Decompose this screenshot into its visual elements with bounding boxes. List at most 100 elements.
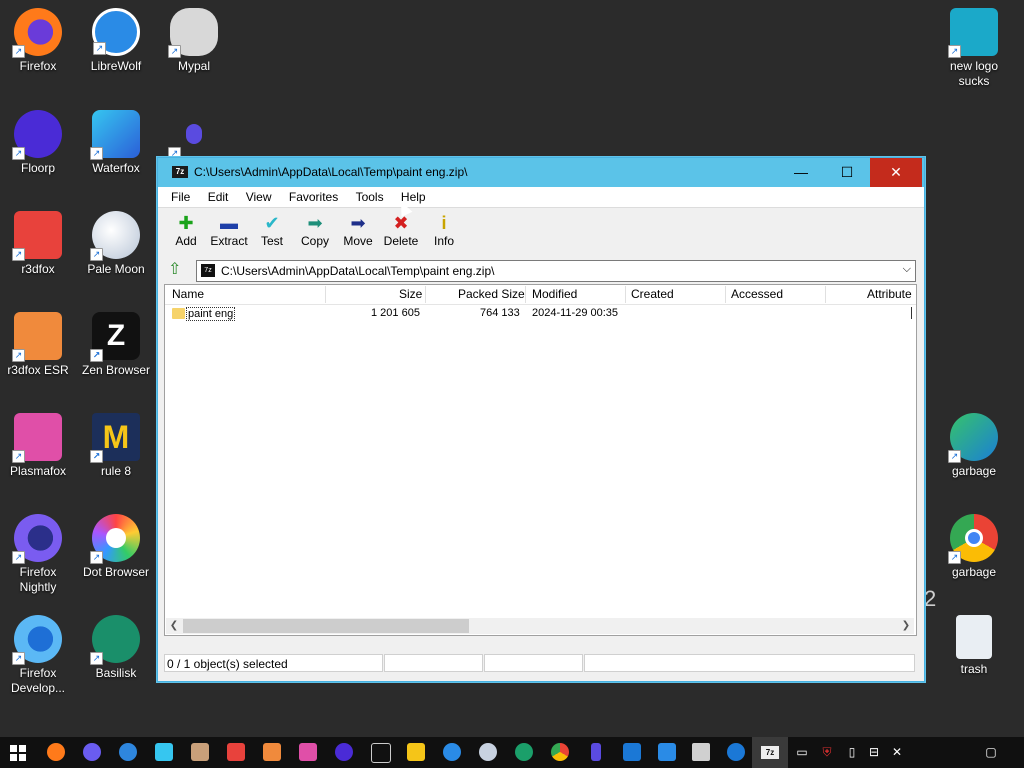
desktop-icon-zen[interactable]: Z ↗ Zen Browser [78, 312, 154, 378]
desktop-icon-firefox[interactable]: ↗ Firefox [0, 8, 76, 74]
desktop-icon-unnamed[interactable]: ↗ [156, 110, 232, 161]
status-cell-2 [384, 654, 483, 672]
firefox-nightly-icon: ↗ [12, 514, 62, 564]
col-created[interactable]: Created [631, 287, 674, 301]
row-name[interactable]: paint eng [186, 307, 236, 321]
taskbar-r3dfox-esr-icon[interactable] [263, 743, 281, 761]
horizontal-scrollbar[interactable]: ❮ ❯ [166, 618, 914, 634]
desktop-icon-basilisk[interactable]: ↗ Basilisk [78, 615, 154, 681]
desktop-icon-plasmafox[interactable]: ↗ Plasmafox [0, 413, 76, 479]
desktop-icon-rule8[interactable]: M ↗ rule 8 [78, 413, 154, 479]
tray-volume-muted-icon[interactable]: ✕ [890, 745, 904, 759]
title-bar[interactable]: 7z C:\Users\Admin\AppData\Local\Temp\pai… [158, 158, 924, 187]
desktop-icon-floorp[interactable]: ↗ Floorp [0, 110, 76, 176]
taskbar-browser-icon[interactable] [727, 743, 745, 761]
chevron-down-icon[interactable]: ⌵ [903, 263, 911, 276]
taskbar-7zip-active[interactable]: 7z [752, 737, 788, 768]
menu-view[interactable]: View [239, 187, 279, 207]
desktop-icon-mypal[interactable]: ↗ Mypal [156, 8, 232, 74]
desktop-icon-garbage-chrome[interactable]: ↗ garbage [936, 514, 1012, 580]
desktop-icon-ffnightly[interactable]: ↗ Firefox Nightly [0, 514, 76, 595]
menu-file[interactable]: File [164, 187, 197, 207]
taskbar-zen-icon[interactable] [371, 743, 391, 763]
taskbar-plasmafox-icon[interactable] [299, 743, 317, 761]
minimize-button[interactable]: — [778, 158, 824, 187]
taskbar: 7z ▭ ⛨ ▯ ⊟ ✕ ▢ [0, 737, 1024, 768]
taskbar-mypal-icon[interactable] [191, 743, 209, 761]
taskbar-firefox-nightly-icon[interactable] [83, 743, 101, 761]
notification-icon[interactable]: ▢ [984, 745, 998, 759]
scroll-thumb[interactable] [183, 619, 469, 633]
tray-usb-icon[interactable]: ▯ [845, 745, 859, 759]
delete-button[interactable]: ✖ Delete [379, 212, 423, 248]
basilisk-icon: ↗ [90, 615, 140, 665]
tray-shield-icon[interactable]: ⛨ [820, 745, 834, 759]
librewolf-icon: ↗ [92, 8, 140, 56]
taskbar-rule8-icon[interactable] [407, 743, 425, 761]
minus-icon: ▬ [220, 213, 238, 233]
add-button[interactable]: ✚ Add [164, 212, 208, 248]
plasmafox-icon: ↗ [12, 413, 62, 463]
desktop-icon-garbage-edge[interactable]: ↗ garbage [936, 413, 1012, 479]
toolbar: ✚ Add ▬ Extract ✔ Test ➡ Copy ➡ Move ✖ D… [158, 208, 924, 258]
scroll-left-icon[interactable]: ❮ [166, 618, 182, 634]
taskbar-chrome-icon[interactable] [551, 743, 569, 761]
address-bar: ⇧ 7z C:\Users\Admin\AppData\Local\Temp\p… [158, 258, 924, 282]
desktop-icon-librewolf[interactable]: ↗ LibreWolf [78, 8, 154, 74]
copy-button[interactable]: ➡ Copy [293, 212, 337, 248]
tray-network-icon[interactable]: ⊟ [867, 745, 881, 759]
col-accessed[interactable]: Accessed [731, 287, 783, 301]
taskbar-firefox-dev-icon[interactable] [119, 743, 137, 761]
move-button[interactable]: ➡ Move [336, 212, 380, 248]
col-name[interactable]: Name [172, 287, 204, 301]
taskbar-edge-icon[interactable] [515, 743, 533, 761]
address-field[interactable]: 7z C:\Users\Admin\AppData\Local\Temp\pai… [196, 260, 916, 282]
maximize-button[interactable]: ☐ [824, 158, 870, 187]
menu-tools[interactable]: Tools [349, 187, 391, 207]
desktop-icon-waterfox[interactable]: ↗ Waterfox [78, 110, 154, 176]
copy-arrow-icon: ➡ [307, 213, 323, 233]
window-title: C:\Users\Admin\AppData\Local\Temp\paint … [194, 165, 468, 179]
scroll-right-icon[interactable]: ❯ [898, 618, 914, 634]
taskbar-waterfox-icon[interactable] [155, 743, 173, 761]
edge-icon: ↗ [948, 413, 998, 463]
row-packed: 764 133 [480, 307, 520, 319]
file-list[interactable]: Name Size Packed Size Modified Created A… [164, 284, 917, 636]
taskbar-r3dfox-icon[interactable] [227, 743, 245, 761]
row-size: 1 201 605 [371, 307, 420, 319]
desktop-icon-dotbrowser[interactable]: ↗ Dot Browser [78, 514, 154, 580]
col-attribute[interactable]: Attribute [867, 287, 912, 301]
taskbar-app-icon[interactable] [591, 743, 601, 761]
table-row[interactable]: paint eng 1 201 605 764 133 2024-11-29 0… [165, 305, 915, 323]
taskbar-floorp-icon[interactable] [335, 743, 353, 761]
taskbar-blue-app-icon[interactable] [623, 743, 641, 761]
start-windows-icon[interactable] [10, 745, 26, 761]
taskbar-explorer-icon[interactable] [692, 743, 710, 761]
desktop-icon-ffdev[interactable]: ↗ Firefox Develop... [0, 615, 76, 696]
tray-monitor-icon[interactable]: ▭ [795, 745, 809, 759]
test-button[interactable]: ✔ Test [250, 212, 294, 248]
info-button[interactable]: i Info [422, 212, 466, 248]
floorp-icon: ↗ [12, 110, 62, 160]
taskbar-firefox-icon[interactable] [47, 743, 65, 761]
logo-icon: ↗ [948, 8, 998, 58]
desktop-icon-r3dfoxesr[interactable]: ↗ r3dfox ESR [0, 312, 76, 378]
up-folder-icon[interactable]: ⇧ [168, 261, 186, 279]
taskbar-palemoon-icon[interactable] [479, 743, 497, 761]
menu-favorites[interactable]: Favorites [282, 187, 345, 207]
desktop-icon-newlogo[interactable]: ↗ new logo sucks [936, 8, 1012, 89]
firefox-icon: ↗ [12, 8, 62, 58]
desktop-icon-trash[interactable]: trash [936, 615, 1012, 677]
taskbar-librewolf-icon[interactable] [443, 743, 461, 761]
extract-button[interactable]: ▬ Extract [207, 212, 251, 248]
desktop-icon-palemoon[interactable]: ↗ Pale Moon [78, 211, 154, 277]
column-header: Name Size Packed Size Modified Created A… [165, 285, 916, 305]
menu-edit[interactable]: Edit [201, 187, 236, 207]
taskbar-blue-app-icon-2[interactable] [658, 743, 676, 761]
col-modified[interactable]: Modified [532, 287, 577, 301]
col-size[interactable]: Size [399, 287, 422, 301]
close-button[interactable]: ✕ [870, 158, 922, 187]
desktop-icon-r3dfox[interactable]: ↗ r3dfox [0, 211, 76, 277]
r3dfox-esr-icon: ↗ [12, 312, 62, 362]
col-packed[interactable]: Packed Size [458, 287, 525, 301]
